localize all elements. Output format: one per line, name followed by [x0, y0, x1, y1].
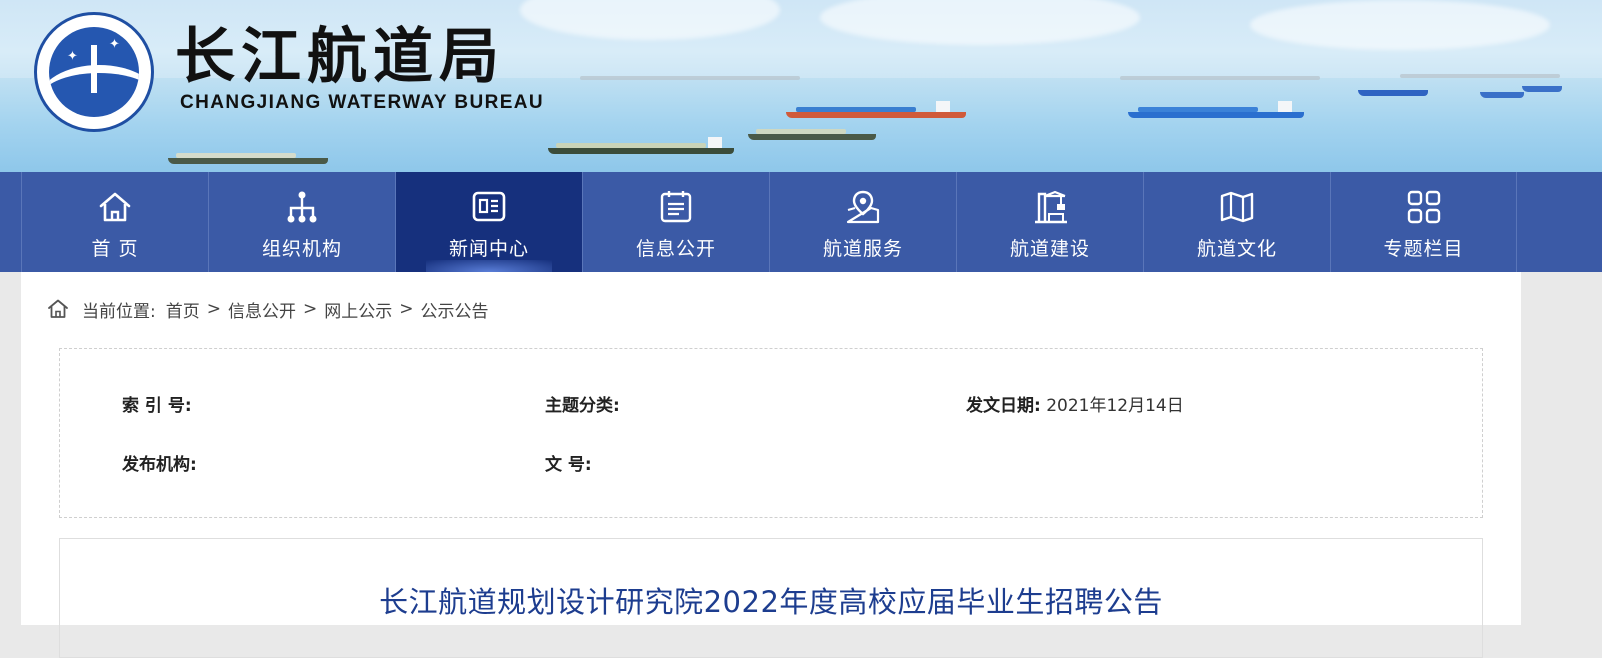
ship: [1128, 96, 1304, 118]
document-list-icon: [660, 191, 692, 223]
shoreline: [1120, 76, 1320, 80]
meta-date: 发文日期: 2021年12月14日: [966, 391, 1184, 416]
nav-item-label: 首 页: [91, 238, 139, 260]
breadcrumb-separator: >: [206, 299, 221, 319]
shoreline: [580, 76, 800, 80]
cloud: [520, 0, 780, 40]
breadcrumb-announcements[interactable]: 公示公告: [420, 297, 488, 322]
meta-date-value: 2021年12月14日: [1046, 396, 1184, 416]
grid-icon: [1407, 190, 1441, 224]
ship: [168, 148, 328, 164]
ship: [1522, 82, 1562, 92]
cloud: [820, 0, 1140, 45]
home-icon[interactable]: [46, 297, 70, 321]
ship: [548, 136, 734, 154]
nav-item-waterway-service[interactable]: 航道服务: [769, 172, 956, 272]
nav-item-info-disclosure[interactable]: 信息公开: [582, 172, 769, 272]
ship: [786, 96, 966, 118]
logo-emblem: ✦ ✦: [49, 27, 139, 117]
meta-topic: 主题分类:: [545, 391, 620, 416]
org-chart-icon: [287, 191, 317, 223]
main-nav: 首 页 组织机构 新闻中心 信息公开 航道服务 航道建设 航道文化 专题栏目: [0, 172, 1602, 272]
site-title-en: CHANGJIANG WATERWAY BUREAU: [180, 92, 545, 113]
meta-index: 索 引 号:: [122, 391, 192, 416]
nav-item-label: 新闻中心: [448, 238, 529, 260]
breadcrumb-prefix: 当前位置:: [82, 301, 156, 322]
document-meta-box: 索 引 号: 主题分类: 发文日期: 2021年12月14日 发布机构: 文 号…: [59, 348, 1483, 518]
breadcrumb: 当前位置: 首页 > 信息公开 > 网上公示 > 公示公告: [46, 294, 488, 324]
nav-item-label: 组织机构: [261, 238, 342, 260]
article-title: 长江航道规划设计研究院2022年度高校应届毕业生招聘公告: [379, 585, 1163, 619]
nav-item-label: 信息公开: [635, 238, 716, 260]
ship: [748, 124, 876, 140]
nav-item-waterway-culture[interactable]: 航道文化: [1143, 172, 1330, 272]
breadcrumb-home[interactable]: 首页: [166, 297, 200, 322]
logo-tower: [91, 45, 97, 93]
meta-doc-number-label: 文 号:: [545, 455, 592, 475]
meta-publisher: 发布机构:: [122, 450, 197, 475]
meta-publisher-label: 发布机构:: [122, 455, 197, 475]
breadcrumb-separator: >: [399, 299, 414, 319]
ship: [1480, 88, 1524, 98]
meta-date-label: 发文日期:: [966, 396, 1041, 416]
meta-doc-number: 文 号:: [545, 450, 592, 475]
book-icon: [1220, 191, 1254, 223]
breadcrumb-info-disclosure[interactable]: 信息公开: [228, 297, 296, 322]
logo-star-icon: ✦: [109, 37, 120, 52]
cloud: [1250, 0, 1550, 50]
nav-item-news[interactable]: 新闻中心: [395, 172, 582, 272]
ship: [1358, 84, 1428, 96]
breadcrumb-separator: >: [302, 299, 318, 319]
map-pin-icon: [846, 190, 880, 224]
nav-item-label: 航道文化: [1196, 238, 1277, 260]
news-icon: [472, 191, 506, 222]
nav-item-home[interactable]: 首 页: [21, 172, 208, 272]
article-panel: 长江航道规划设计研究院2022年度高校应届毕业生招聘公告: [59, 538, 1483, 658]
crane-icon: [1035, 190, 1067, 224]
shoreline: [1400, 74, 1560, 78]
meta-index-label: 索 引 号:: [122, 396, 192, 416]
nav-item-label: 航道建设: [1009, 238, 1090, 260]
main-content: 当前位置: 首页 > 信息公开 > 网上公示 > 公示公告 索 引 号: 主题分…: [21, 272, 1521, 658]
meta-topic-label: 主题分类:: [545, 396, 620, 416]
home-icon: [99, 192, 131, 222]
nav-item-organization[interactable]: 组织机构: [208, 172, 395, 272]
nav-item-label: 航道服务: [822, 238, 903, 260]
nav-item-special-topics[interactable]: 专题栏目: [1330, 172, 1517, 272]
breadcrumb-online-publicity[interactable]: 网上公示: [324, 297, 392, 322]
active-indicator: [426, 260, 552, 272]
nav-item-waterway-construction[interactable]: 航道建设: [956, 172, 1143, 272]
logo-star-icon: ✦: [67, 49, 78, 64]
nav-item-label: 专题栏目: [1383, 238, 1464, 260]
header-banner: ✦ ✦ 长江航道局 CHANGJIANG WATERWAY BUREAU: [0, 0, 1602, 172]
site-title-cn: 长江航道局: [175, 22, 505, 92]
bureau-logo[interactable]: ✦ ✦: [34, 12, 154, 132]
